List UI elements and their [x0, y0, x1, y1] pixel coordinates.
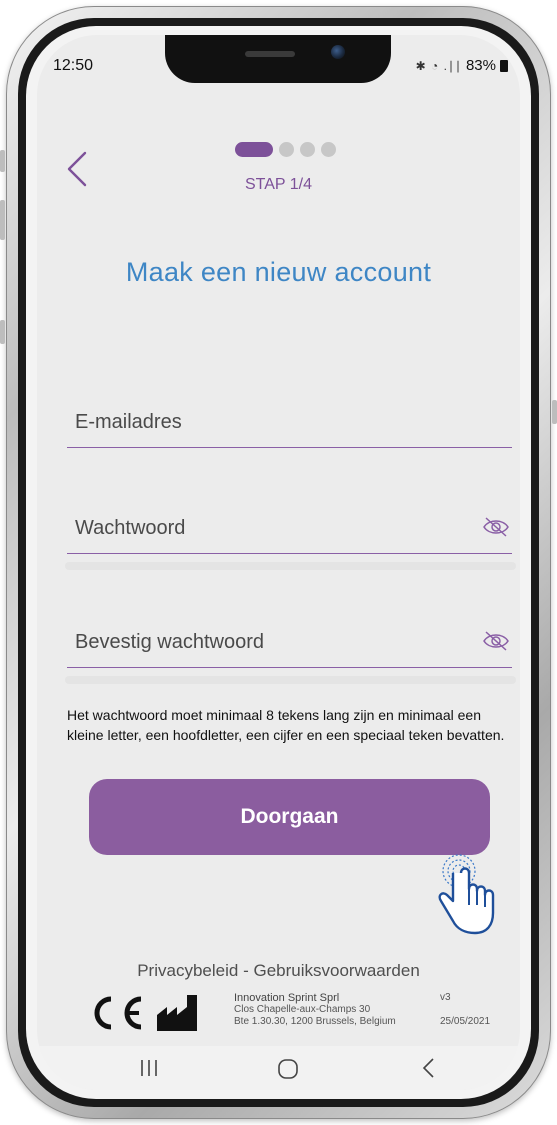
phone-side-button	[0, 200, 5, 240]
status-time: 12:50	[53, 57, 94, 74]
step-dot	[321, 142, 336, 157]
privacy-link[interactable]: Privacybeleid	[137, 961, 238, 980]
home-icon[interactable]	[275, 1056, 301, 1082]
eye-off-icon[interactable]	[482, 630, 510, 652]
password-strength-bar	[65, 562, 516, 570]
step-dot	[279, 142, 294, 157]
release-date: 25/05/2021	[440, 1016, 491, 1027]
confirm-password-field-container	[67, 617, 512, 668]
camera-notch	[165, 35, 391, 83]
confirm-password-input[interactable]	[73, 617, 477, 667]
back-icon[interactable]	[419, 1056, 439, 1080]
email-field-container	[67, 397, 512, 448]
step-dot-active	[235, 142, 273, 157]
battery-icon	[500, 59, 508, 72]
confirm-strength-bar	[65, 676, 516, 684]
battery-level: 83%	[465, 57, 496, 74]
manufacturer-icon	[157, 995, 197, 1031]
system-navigation-bar	[37, 1046, 520, 1090]
ce-mark-icon	[94, 996, 142, 1030]
step-label: STAP 1/4	[245, 176, 312, 193]
speaker-grille	[245, 51, 295, 57]
email-input[interactable]	[73, 397, 477, 447]
footer-links: Privacybeleid - Gebruiksvoorwaarden	[37, 961, 520, 981]
step-dot	[300, 142, 315, 157]
password-input[interactable]	[73, 503, 477, 553]
password-field-container	[67, 503, 512, 554]
password-requirements-hint: Het wachtwoord moet minimaal 8 tekens la…	[67, 707, 505, 743]
footer-separator: -	[243, 961, 249, 980]
phone-side-button	[0, 320, 5, 344]
tap-hand-icon	[438, 854, 495, 935]
front-camera	[331, 45, 345, 59]
step-indicator	[235, 142, 336, 157]
phone-side-button	[552, 400, 557, 424]
phone-side-button	[0, 150, 5, 172]
terms-link[interactable]: Gebruiksvoorwaarden	[253, 961, 419, 980]
page-title: Maak een nieuw account	[125, 257, 432, 287]
app-version: v3	[440, 992, 451, 1003]
company-address-2: Bte 1.30.30, 1200 Brussels, Belgium	[234, 1016, 396, 1027]
app-screen: 12:50 ✱ ◔ .∣∣ 83% STAP 1/4 Maak een nieu…	[37, 35, 520, 1090]
continue-button[interactable]: Doorgaan	[89, 779, 490, 855]
eye-off-icon[interactable]	[482, 516, 510, 538]
recent-apps-icon[interactable]	[137, 1056, 161, 1080]
app-meta: v3 25/05/2021	[440, 992, 490, 1028]
company-address-1: Clos Chapelle-aux-Champs 30	[234, 1004, 371, 1015]
company-info: Innovation Sprint Sprl Clos Chapelle-aux…	[234, 992, 396, 1028]
company-name: Innovation Sprint Sprl	[234, 992, 340, 1004]
status-indicators: ✱ ◔ .∣∣ 83%	[416, 57, 508, 74]
signal-icons: ✱ ◔ .∣∣	[415, 58, 462, 73]
